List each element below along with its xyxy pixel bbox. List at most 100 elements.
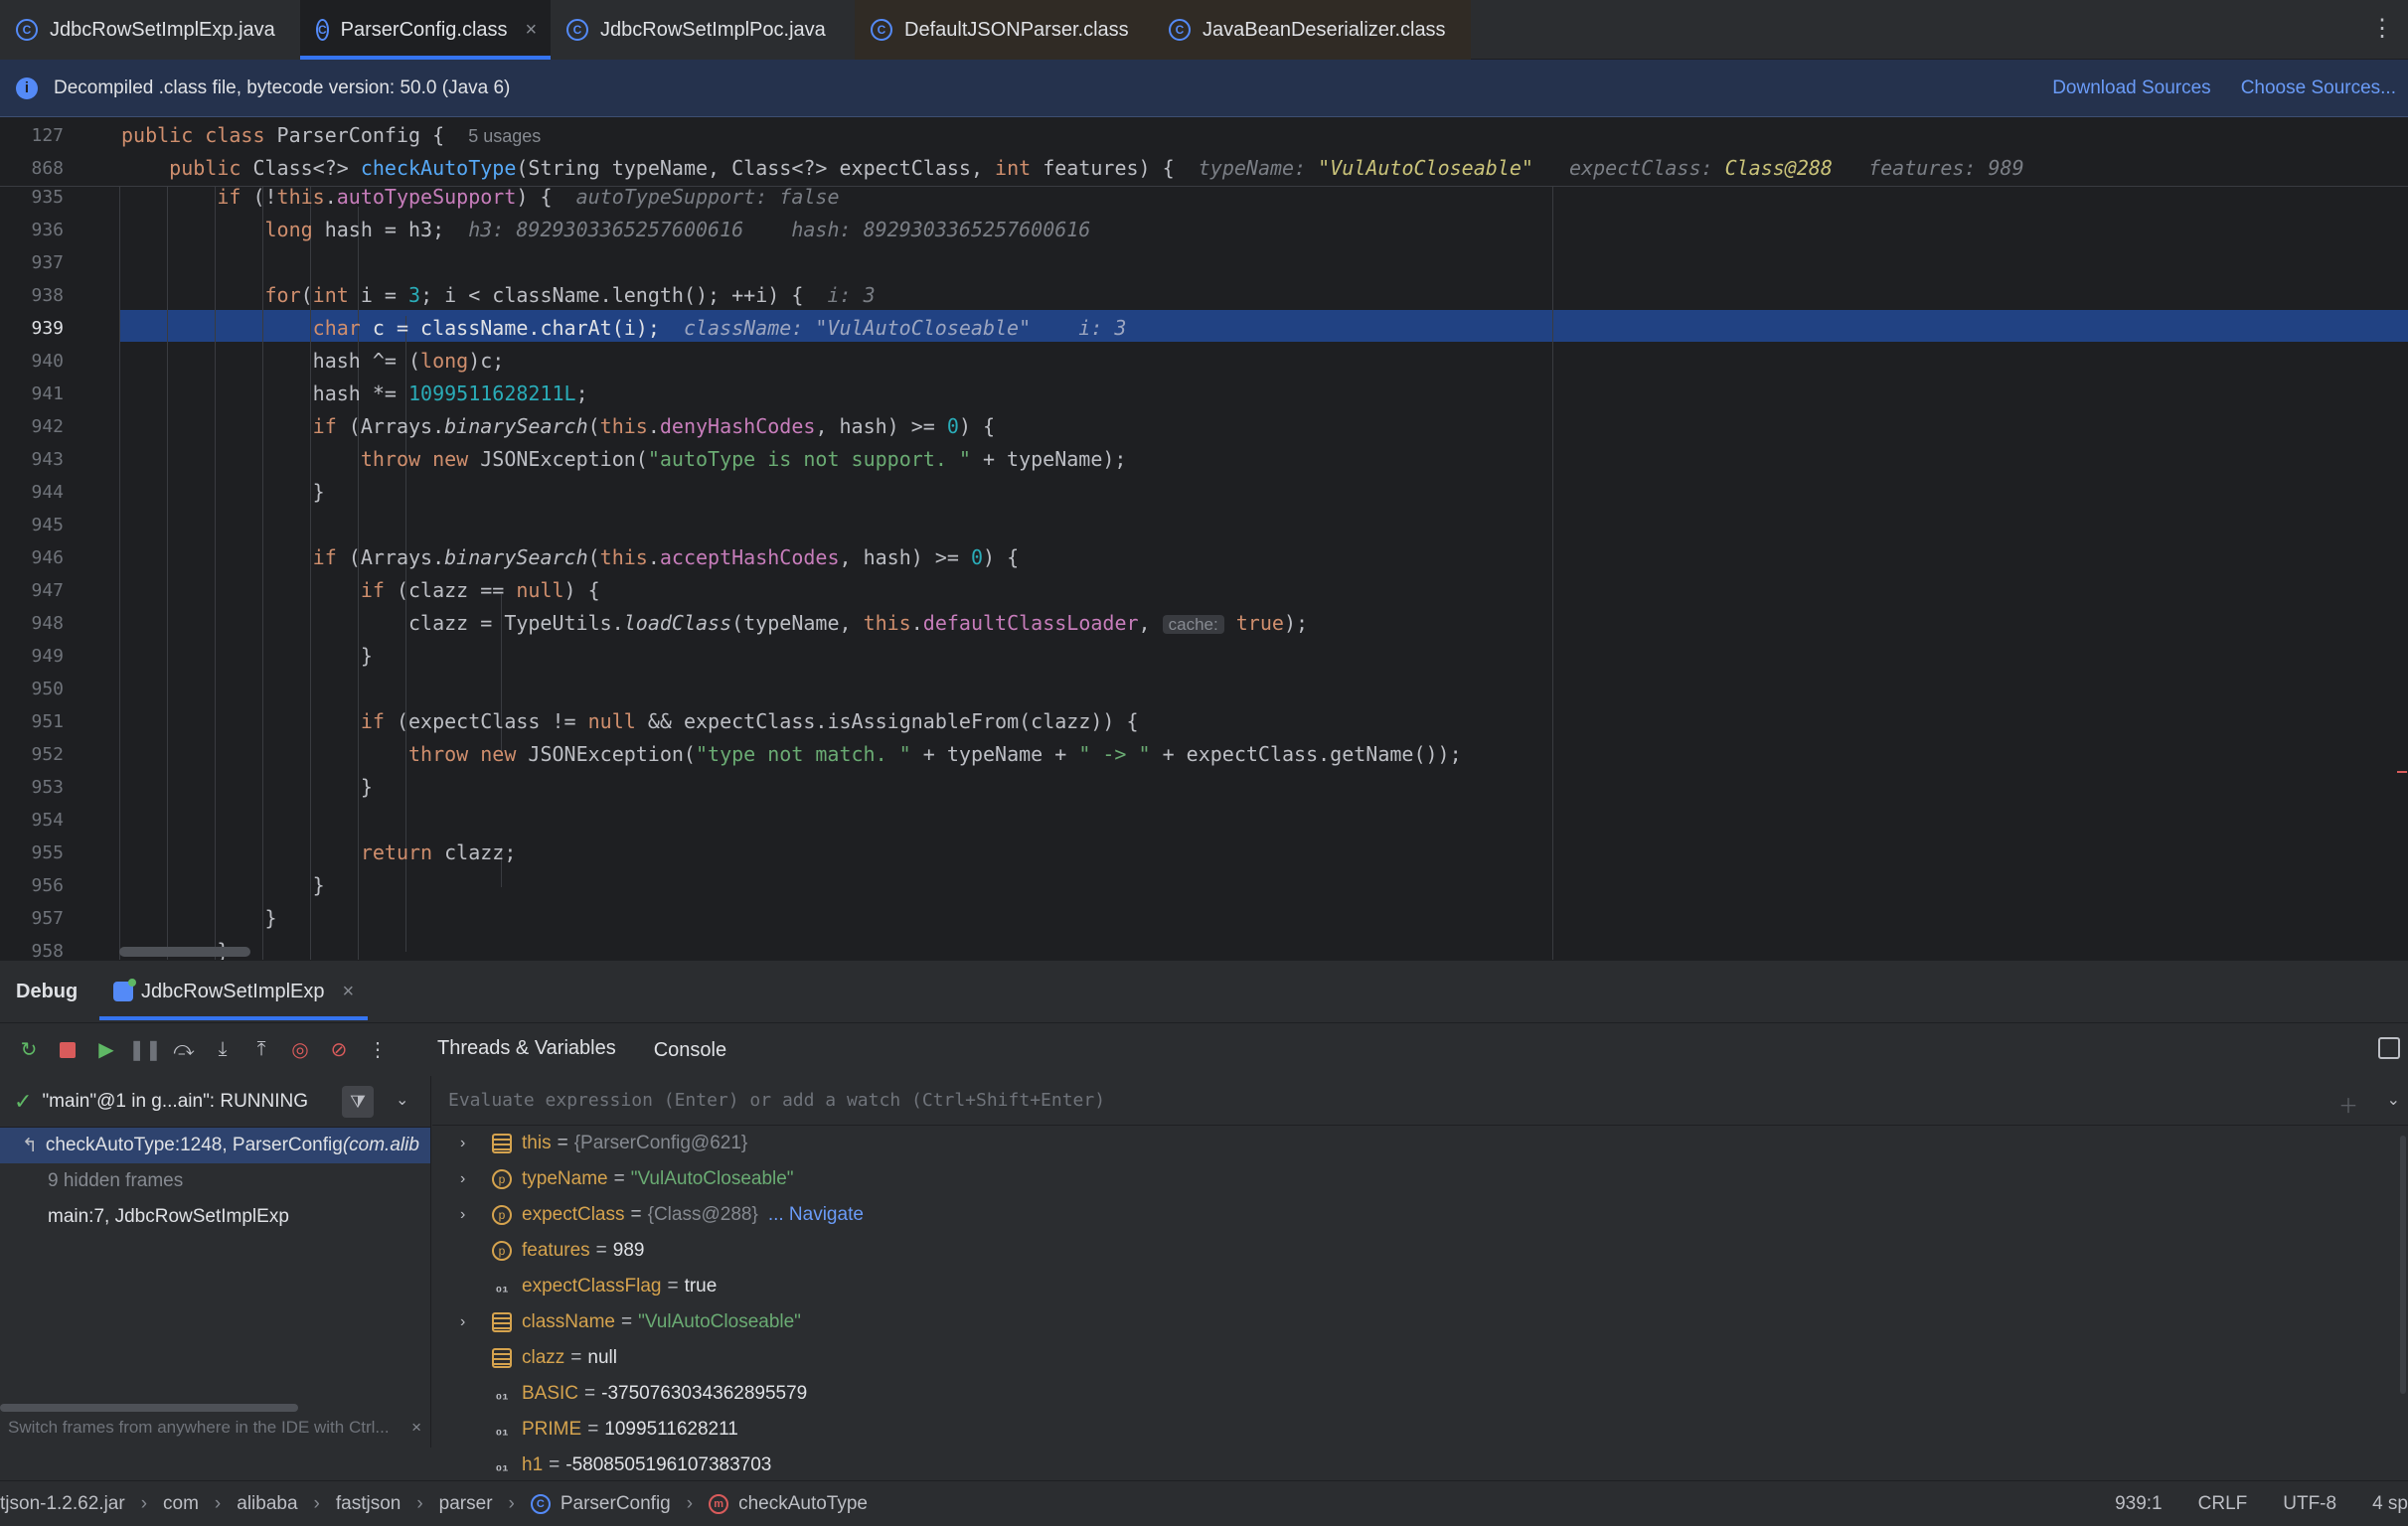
expand-chevron-icon[interactable]: › [460,1135,492,1152]
download-sources-link[interactable]: Download Sources [2052,77,2210,99]
line-number: 955 [31,842,64,863]
variable-row-h1[interactable]: ₀₁ h1 = -5808505196107383703 [432,1448,2408,1483]
info-icon: i [16,76,38,99]
variable-row-basic[interactable]: ₀₁ BASIC = -3750763034362895579 [432,1376,2408,1412]
tab-console[interactable]: Console [654,1039,726,1062]
line-number: 946 [31,547,64,568]
code-line-868: public Class<?> checkAutoType(String typ… [169,156,2024,180]
navigate-link[interactable]: ... Navigate [768,1204,864,1226]
variable-row-typename[interactable]: › p typeName = "VulAutoCloseable" [432,1161,2408,1197]
breadcrumb-item[interactable]: com [163,1493,199,1515]
editor-tab-bar: C JdbcRowSetImplExp.java C ParserConfig.… [0,0,2408,60]
variable-row-features[interactable]: p features = 989 [432,1233,2408,1269]
parameter-name-hint: cache: [1162,615,1224,634]
expand-chevron-icon[interactable]: › [460,1206,492,1224]
equals-sign: = [570,1347,582,1368]
sticky-scope-header[interactable]: 127 public class ParserConfig { 5 usages… [0,117,2408,187]
more-tabs-icon[interactable]: ⋮ [2370,14,2394,43]
view-breakpoints-icon[interactable]: ◎ [285,1035,315,1065]
caret-position[interactable]: 939:1 [2115,1493,2163,1515]
decompiled-banner: i Decompiled .class file, bytecode versi… [0,60,2408,117]
choose-sources-link[interactable]: Choose Sources... [2241,77,2396,99]
variable-row-expectclassflag[interactable]: ₀₁ expectClassFlag = true [432,1269,2408,1304]
stop-icon[interactable] [53,1035,82,1065]
variable-row-classname[interactable]: › className = "VulAutoCloseable" [432,1304,2408,1340]
breadcrumb-item[interactable]: alibaba [237,1493,297,1515]
breadcrumb-item[interactable]: parser [439,1493,493,1515]
pause-icon[interactable]: ❚❚ [128,1035,162,1065]
equals-sign: = [557,1133,568,1153]
line-number: 127 [31,125,64,146]
line-separator[interactable]: CRLF [2198,1493,2248,1515]
line-number: 944 [31,482,64,503]
variable-value: {ParserConfig@621} [573,1133,748,1153]
hidden-frames[interactable]: 9 hidden frames [0,1163,430,1199]
variable-row-prime[interactable]: ₀₁ PRIME = 1099511628211 [432,1412,2408,1448]
code-line-955: return clazz; [360,840,517,864]
frame-main[interactable]: main:7, JdbcRowSetImplExp [0,1199,430,1235]
tab-javabeandeserializer[interactable]: C JavaBeanDeserializer.class [1153,0,1471,60]
thread-selector[interactable]: ✓ "main"@1 in g...ain": RUNNING ⧩ ⌄ [0,1076,430,1128]
tab-parserconfig[interactable]: C ParserConfig.class × [300,0,551,60]
banner-message: Decompiled .class file, bytecode version… [54,76,511,98]
variable-name: clazz [522,1347,565,1368]
file-encoding[interactable]: UTF-8 [2283,1493,2336,1515]
tab-threads-variables[interactable]: Threads & Variables [437,1037,616,1063]
close-icon[interactable]: × [526,19,538,42]
code-editor[interactable]: 127 public class ParserConfig { 5 usages… [0,117,2408,960]
parameter-icon: p [492,1169,512,1189]
tab-label: JavaBeanDeserializer.class [1203,18,1446,41]
rerun-icon[interactable]: ↻ [14,1035,44,1065]
code-line-952: throw new JSONException("type not match.… [407,742,1462,766]
close-icon[interactable]: × [411,1418,421,1438]
breadcrumb-item[interactable]: ParserConfig [561,1493,671,1515]
variable-value: null [587,1347,617,1368]
breadcrumb-item[interactable]: checkAutoType [738,1493,868,1515]
variable-value: -5808505196107383703 [565,1454,772,1475]
resume-icon[interactable]: ▶ [91,1035,121,1065]
tab-jdbcrowsetimplexp[interactable]: C JdbcRowSetImplExp.java [0,0,300,60]
inline-value-hint: Class@288 [1724,156,1833,180]
tab-jdbcrowsetimplpoc[interactable]: C JdbcRowSetImplPoc.java [551,0,855,60]
frames-horizontal-scrollbar[interactable] [0,1404,298,1412]
chevron-right-icon: › [140,1492,148,1514]
breadcrumb-item[interactable]: tjson-1.2.62.jar [0,1493,125,1515]
add-watch-icon[interactable]: ＋ [2338,1090,2358,1119]
code-line-941: hash *= 1099511628211L; [121,382,588,405]
mute-breakpoints-icon[interactable]: ⊘ [324,1035,354,1065]
debug-tool-window: Debug JdbcRowSetImplExp × ↻ ▶ ❚❚ ⤼ ⤓ ⤒ ◎… [0,960,2408,1480]
frame-checkautotype[interactable]: ↰ checkAutoType:1248, ParserConfig (com.… [0,1128,430,1163]
step-into-icon[interactable]: ⤓ [208,1035,238,1065]
usages-hint[interactable]: 5 usages [468,126,541,146]
code-line-949: } [121,644,373,668]
chevron-down-icon[interactable]: ⌄ [396,1090,408,1110]
field-icon [492,1134,512,1153]
variable-row-expectclass[interactable]: › p expectClass = {Class@288} ... Navigat… [432,1197,2408,1233]
code-line-946: if (Arrays.binarySearch(this.acceptHashC… [312,545,1020,569]
expand-chevron-icon[interactable]: › [460,1313,492,1331]
step-out-icon[interactable]: ⤒ [246,1035,276,1065]
filter-icon[interactable]: ⧩ [342,1086,374,1118]
error-stripe-marker[interactable] [2397,771,2407,773]
layout-icon[interactable] [2378,1037,2400,1059]
indent-setting[interactable]: 4 sp [2372,1493,2408,1515]
variable-row-clazz[interactable]: clazz = null [432,1340,2408,1376]
chevron-down-icon[interactable]: ⌄ [2387,1090,2400,1110]
step-over-icon[interactable]: ⤼ [169,1035,199,1065]
close-icon[interactable]: × [343,981,355,1003]
debug-session-tab[interactable]: JdbcRowSetImplExp × [99,961,369,1022]
evaluate-expression-input[interactable] [448,1090,2237,1111]
editor-horizontal-scrollbar[interactable] [119,947,250,957]
line-number: 937 [31,252,64,273]
variable-value: "VulAutoCloseable" [630,1168,794,1189]
line-number: 943 [31,449,64,470]
equals-sign: = [549,1454,561,1475]
inline-value-hint: autoTypeSupport: false [575,185,840,209]
breadcrumb-item[interactable]: fastjson [336,1493,401,1515]
tab-defaultjsonparser[interactable]: C DefaultJSONParser.class [855,0,1153,60]
debug-title: Debug [16,980,79,1002]
variables-vertical-scrollbar[interactable] [2400,1136,2406,1394]
more-options-icon[interactable]: ⋮ [363,1035,393,1065]
variable-row-this[interactable]: › this = {ParserConfig@621} [432,1126,2408,1161]
expand-chevron-icon[interactable]: › [460,1170,492,1188]
